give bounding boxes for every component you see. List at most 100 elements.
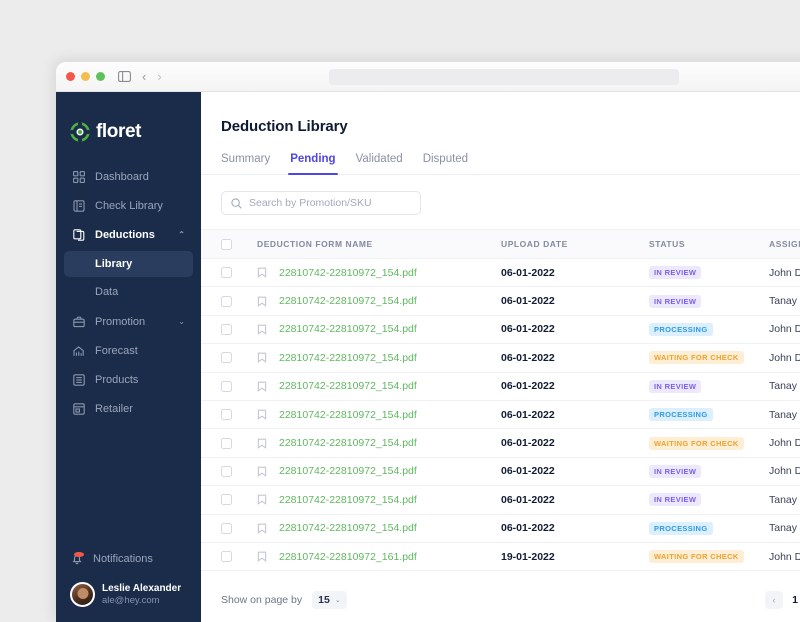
sidebar-item-data[interactable]: Data — [64, 279, 193, 305]
close-window-button[interactable] — [66, 72, 75, 81]
table-row[interactable]: 22810742-22810972_154.pdf06-01-2022IN RE… — [201, 373, 800, 401]
tab-disputed[interactable]: Disputed — [413, 153, 478, 174]
bookmark-icon[interactable] — [257, 438, 279, 449]
file-link[interactable]: 22810742-22810972_154.pdf — [279, 352, 417, 364]
bookmark-icon[interactable] — [257, 551, 279, 562]
row-file-name[interactable]: 22810742-22810972_154.pdf — [279, 267, 501, 279]
column-header-status[interactable]: STATUS — [649, 239, 769, 249]
notifications-button[interactable]: Notifications — [70, 546, 201, 572]
sidebar-item-promotion[interactable]: Promotion ⌄ — [64, 307, 193, 336]
brand-logo[interactable]: floret — [56, 92, 201, 150]
table-row[interactable]: 22810742-22810972_154.pdf06-01-2022WAITI… — [201, 429, 800, 457]
row-select-cell — [221, 494, 257, 505]
file-link[interactable]: 22810742-22810972_161.pdf — [279, 551, 417, 563]
url-bar[interactable] — [329, 69, 679, 85]
row-checkbox[interactable] — [221, 466, 232, 477]
sidebar-toggle-icon[interactable] — [118, 71, 131, 82]
bookmark-icon[interactable] — [257, 466, 279, 477]
file-link[interactable]: 22810742-22810972_154.pdf — [279, 380, 417, 392]
table-row[interactable]: 22810742-22810972_154.pdf06-01-2022PROCE… — [201, 401, 800, 429]
user-profile[interactable]: Leslie Alexander ale@hey.com — [70, 582, 201, 608]
browser-back-button[interactable]: ‹ — [142, 70, 146, 83]
tab-summary[interactable]: Summary — [221, 153, 280, 174]
table-row[interactable]: 22810742-22810972_154.pdf06-01-2022WAITI… — [201, 344, 800, 372]
search-input[interactable] — [249, 197, 411, 209]
file-link[interactable]: 22810742-22810972_154.pdf — [279, 465, 417, 477]
tab-validated[interactable]: Validated — [346, 153, 413, 174]
bookmark-icon[interactable] — [257, 409, 279, 420]
bookmark-icon[interactable] — [257, 296, 279, 307]
table-row[interactable]: 22810742-22810972_154.pdf06-01-2022PROCE… — [201, 515, 800, 543]
pagination-page-1[interactable]: 1 — [786, 591, 800, 609]
maximize-window-button[interactable] — [96, 72, 105, 81]
row-file-name[interactable]: 22810742-22810972_154.pdf — [279, 522, 501, 534]
row-upload-date: 06-01-2022 — [501, 295, 649, 307]
row-checkbox[interactable] — [221, 267, 232, 278]
row-file-name[interactable]: 22810742-22810972_154.pdf — [279, 380, 501, 392]
table-header-row: DEDUCTION FORM NAME UPLOAD DATE STATUS A… — [201, 229, 800, 259]
file-link[interactable]: 22810742-22810972_154.pdf — [279, 267, 417, 279]
row-status-cell: WAITING FOR CHECK — [649, 437, 769, 450]
table-row[interactable]: 22810742-22810972_154.pdf06-01-2022PROCE… — [201, 316, 800, 344]
file-link[interactable]: 22810742-22810972_154.pdf — [279, 494, 417, 506]
row-file-name[interactable]: 22810742-22810972_161.pdf — [279, 551, 501, 563]
bookmark-icon[interactable] — [257, 324, 279, 335]
file-link[interactable]: 22810742-22810972_154.pdf — [279, 409, 417, 421]
table-row[interactable]: 22810742-22810972_154.pdf06-01-2022IN RE… — [201, 486, 800, 514]
browser-window: ‹ › floret — [56, 62, 800, 622]
browser-forward-button[interactable]: › — [157, 70, 161, 83]
select-all-checkbox[interactable] — [221, 239, 232, 250]
table-row[interactable]: 22810742-22810972_154.pdf06-01-2022IN RE… — [201, 259, 800, 287]
sidebar-item-library[interactable]: Library — [64, 251, 193, 277]
bookmark-icon[interactable] — [257, 494, 279, 505]
sidebar-item-retailer[interactable]: Retailer — [64, 394, 193, 423]
sidebar-item-products[interactable]: Products — [64, 365, 193, 394]
row-file-name[interactable]: 22810742-22810972_154.pdf — [279, 465, 501, 477]
row-checkbox[interactable] — [221, 438, 232, 449]
row-file-name[interactable]: 22810742-22810972_154.pdf — [279, 409, 501, 421]
search-box[interactable] — [221, 191, 421, 215]
row-file-name[interactable]: 22810742-22810972_154.pdf — [279, 494, 501, 506]
row-file-name[interactable]: 22810742-22810972_154.pdf — [279, 352, 501, 364]
row-checkbox[interactable] — [221, 523, 232, 534]
row-checkbox[interactable] — [221, 324, 232, 335]
column-header-date[interactable]: UPLOAD DATE — [501, 239, 649, 249]
bookmark-icon[interactable] — [257, 381, 279, 392]
sidebar: floret Dashboard — [56, 92, 201, 622]
column-header-name[interactable]: DEDUCTION FORM NAME — [257, 239, 501, 249]
row-checkbox[interactable] — [221, 494, 232, 505]
sidebar-item-dashboard[interactable]: Dashboard — [64, 162, 193, 191]
row-select-cell — [221, 381, 257, 392]
per-page-select[interactable]: 15 ⌄ — [312, 591, 347, 609]
row-file-name[interactable]: 22810742-22810972_154.pdf — [279, 323, 501, 335]
bookmark-icon[interactable] — [257, 523, 279, 534]
sidebar-item-forecast[interactable]: Forecast — [64, 336, 193, 365]
bookmark-icon[interactable] — [257, 352, 279, 363]
row-file-name[interactable]: 22810742-22810972_154.pdf — [279, 295, 501, 307]
per-page-value: 15 — [318, 594, 330, 606]
file-link[interactable]: 22810742-22810972_154.pdf — [279, 323, 417, 335]
row-checkbox[interactable] — [221, 551, 232, 562]
file-link[interactable]: 22810742-22810972_154.pdf — [279, 437, 417, 449]
chevron-up-icon[interactable]: ⌃ — [178, 230, 185, 239]
pagination-prev-button[interactable]: ‹ — [765, 591, 783, 609]
minimize-window-button[interactable] — [81, 72, 90, 81]
bell-icon — [70, 552, 84, 566]
table-row[interactable]: 22810742-22810972_154.pdf06-01-2022IN RE… — [201, 287, 800, 315]
table-row[interactable]: 22810742-22810972_154.pdf06-01-2022IN RE… — [201, 458, 800, 486]
row-checkbox[interactable] — [221, 352, 232, 363]
table-row[interactable]: 22810742-22810972_161.pdf19-01-2022WAITI… — [201, 543, 800, 571]
row-select-cell — [221, 267, 257, 278]
row-file-name[interactable]: 22810742-22810972_154.pdf — [279, 437, 501, 449]
bookmark-icon[interactable] — [257, 267, 279, 278]
file-link[interactable]: 22810742-22810972_154.pdf — [279, 522, 417, 534]
file-link[interactable]: 22810742-22810972_154.pdf — [279, 295, 417, 307]
row-checkbox[interactable] — [221, 409, 232, 420]
chevron-down-icon[interactable]: ⌄ — [178, 317, 185, 326]
sidebar-item-deductions[interactable]: Deductions ⌃ — [64, 220, 193, 249]
tab-pending[interactable]: Pending — [280, 153, 345, 174]
row-checkbox[interactable] — [221, 381, 232, 392]
row-checkbox[interactable] — [221, 296, 232, 307]
sidebar-item-check-library[interactable]: Check Library — [64, 191, 193, 220]
column-header-assigned[interactable]: ASSIGNED TO — [769, 239, 800, 249]
